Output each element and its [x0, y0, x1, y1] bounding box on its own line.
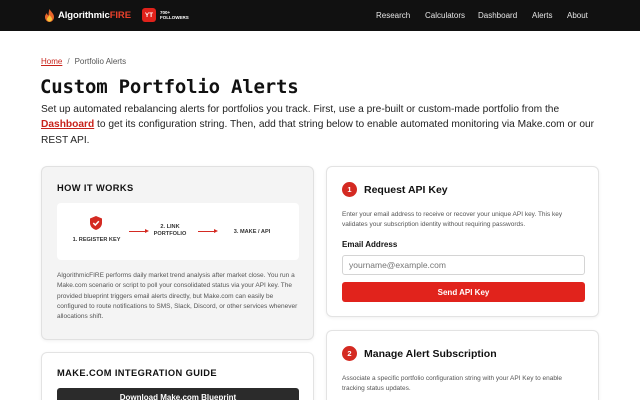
intro-text-end: to get its configuration string. Then, a…: [41, 119, 595, 146]
step-number-badge: 1: [342, 182, 357, 197]
nav-link-about[interactable]: About: [567, 11, 588, 20]
email-field[interactable]: [342, 255, 585, 275]
breadcrumb-home-link[interactable]: Home: [41, 57, 62, 66]
manage-subscription-card: 2 Manage Alert Subscription Associate a …: [326, 330, 599, 400]
step-link-portfolio-line2: PORTFOLIO: [153, 231, 187, 237]
nav-link-calculators[interactable]: Calculators: [425, 11, 465, 20]
manage-subscription-title: Manage Alert Subscription: [364, 348, 497, 360]
nav-link-research[interactable]: Research: [376, 11, 410, 20]
breadcrumb-separator: /: [67, 57, 70, 66]
shield-check-icon: [90, 216, 102, 230]
dashboard-link[interactable]: Dashboard: [41, 119, 94, 130]
top-navbar: AlgorithmicFIRE YT 700+ FOLLOWERS Resear…: [0, 0, 640, 31]
arrow-icon: [129, 229, 149, 233]
step-register-key: 1. REGISTER KEY: [72, 237, 121, 243]
breadcrumb: Home / Portfolio Alerts: [41, 57, 126, 66]
follower-label: FOLLOWERS: [160, 15, 189, 20]
request-api-key-card: 1 Request API Key Enter your email addre…: [326, 166, 599, 317]
step-number-badge: 2: [342, 346, 357, 361]
send-api-key-button[interactable]: Send API Key: [342, 282, 585, 302]
nav-link-alerts[interactable]: Alerts: [532, 11, 552, 20]
request-api-key-title: Request API Key: [364, 184, 448, 196]
youtube-followers[interactable]: YT 700+ FOLLOWERS: [142, 8, 189, 22]
breadcrumb-current: Portfolio Alerts: [74, 57, 127, 66]
how-it-works-flow: 1. REGISTER KEY 2. LINK PORTFOLIO 3. MAK…: [57, 203, 299, 260]
integration-guide-card: MAKE.COM INTEGRATION GUIDE Download Make…: [41, 352, 314, 400]
step-link-portfolio-line1: 2. LINK: [160, 224, 180, 230]
how-it-works-card: HOW IT WORKS 1. REGISTER KEY 2. LINK POR…: [41, 166, 314, 340]
integration-guide-title: MAKE.COM INTEGRATION GUIDE: [57, 368, 218, 378]
how-it-works-title: HOW IT WORKS: [57, 183, 134, 193]
how-it-works-description: AlgorithmicFIRE performs daily market tr…: [57, 272, 298, 321]
arrow-icon: [198, 229, 218, 233]
brand-logo[interactable]: AlgorithmicFIRE: [44, 9, 131, 22]
step-make-api: 3. MAKE / API: [233, 229, 271, 235]
intro-text-start: Set up automated rebalancing alerts for …: [41, 104, 560, 115]
brand-name: Algorithmic: [58, 10, 110, 21]
request-api-key-description: Enter your email address to receive or r…: [342, 211, 563, 229]
youtube-icon: YT: [142, 8, 156, 22]
page-intro: Set up automated rebalancing alerts for …: [41, 102, 601, 148]
step-link-portfolio: 2. LINK PORTFOLIO: [149, 224, 191, 238]
flame-icon: [45, 9, 54, 22]
page-title: Custom Portfolio Alerts: [40, 76, 299, 98]
manage-subscription-description: Associate a specific portfolio configura…: [342, 375, 563, 393]
brand-name-accent: FIRE: [109, 10, 131, 21]
email-label: Email Address: [342, 240, 398, 249]
download-blueprint-button[interactable]: Download Make.com Blueprint: [57, 388, 299, 400]
nav-link-dashboard[interactable]: Dashboard: [478, 11, 517, 20]
